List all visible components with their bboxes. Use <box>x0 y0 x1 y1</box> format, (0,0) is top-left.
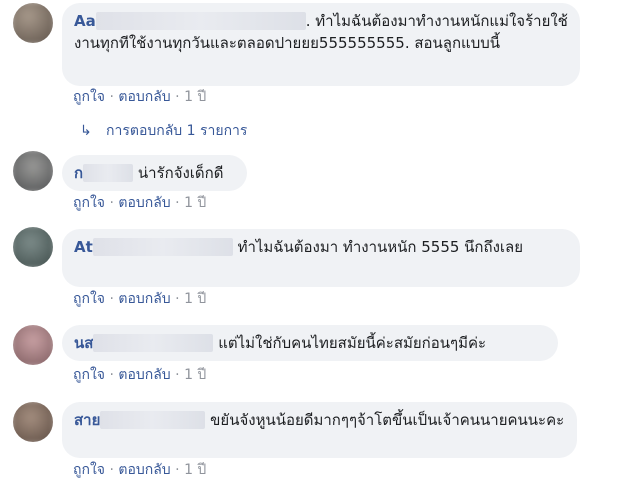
reply-arrow-icon: ↳ <box>80 123 92 139</box>
reply-link[interactable]: ตอบกลับ <box>118 291 170 307</box>
reply-link[interactable]: ตอบกลับ <box>118 195 170 211</box>
comment-bubble: สาย ขยันจังหูนน้อยดีมากๆๆจ้าโตขึ้นเป็นเจ… <box>62 402 577 458</box>
comment-actions: ถูกใจ · ตอบกลับ · 1 ปี <box>73 461 206 479</box>
reply-link[interactable]: ตอบกลับ <box>118 462 170 478</box>
redacted-name <box>95 12 306 30</box>
avatar[interactable] <box>13 325 53 365</box>
comment-text: น่ารักจังเด็กดี <box>137 164 224 182</box>
like-link[interactable]: ถูกใจ <box>73 291 105 307</box>
comment-text: ขยันจังหูนน้อยดีมากๆๆจ้าโตขึ้นเป็นเจ้าคน… <box>210 411 565 429</box>
like-link[interactable]: ถูกใจ <box>73 195 105 211</box>
avatar[interactable] <box>13 151 53 191</box>
comment-author[interactable]: สาย <box>74 411 100 429</box>
comment-bubble: นส แต่ไม่ใช่กับคนไทยสมัยนี้ค่ะสมัยก่อนๆม… <box>62 325 558 361</box>
timestamp[interactable]: 1 ปี <box>184 291 206 307</box>
comment-author[interactable]: นส <box>74 334 93 352</box>
comment-actions: ถูกใจ · ตอบกลับ · 1 ปี <box>73 366 206 384</box>
timestamp[interactable]: 1 ปี <box>184 462 206 478</box>
view-replies-link[interactable]: ↳ การตอบกลับ 1 รายการ <box>80 121 247 141</box>
avatar[interactable] <box>13 402 53 442</box>
comment-text: ทำไมฉันต้องมา ทำงานหนัก 5555 นึกถึงเลย <box>237 238 524 256</box>
comment-actions: ถูกใจ · ตอบกลับ · 1 ปี <box>73 194 206 212</box>
separator: · <box>109 195 114 211</box>
comment-text: แต่ไม่ใช่กับคนไทยสมัยนี้ค่ะสมัยก่อนๆมีค่… <box>218 334 487 352</box>
separator: · <box>109 367 114 383</box>
redacted-name <box>93 334 214 352</box>
like-link[interactable]: ถูกใจ <box>73 89 105 105</box>
comment-bubble: At ทำไมฉันต้องมา ทำงานหนัก 5555 นึกถึงเล… <box>62 229 580 287</box>
reply-link[interactable]: ตอบกลับ <box>118 89 170 105</box>
separator: · <box>175 462 180 478</box>
reply-link[interactable]: ตอบกลับ <box>118 367 170 383</box>
separator: · <box>109 89 114 105</box>
separator: · <box>175 89 180 105</box>
avatar[interactable] <box>13 3 53 43</box>
separator: · <box>109 462 114 478</box>
separator: · <box>175 195 180 211</box>
timestamp[interactable]: 1 ปี <box>184 195 206 211</box>
avatar[interactable] <box>13 227 53 267</box>
like-link[interactable]: ถูกใจ <box>73 367 105 383</box>
comment-author[interactable]: Aa <box>74 12 96 30</box>
comment-bubble: ก น่ารักจังเด็กดี <box>62 155 247 191</box>
like-link[interactable]: ถูกใจ <box>73 462 105 478</box>
separator: · <box>175 367 180 383</box>
timestamp[interactable]: 1 ปี <box>184 89 206 105</box>
comment-actions: ถูกใจ · ตอบกลับ · 1 ปี <box>73 88 206 106</box>
separator: · <box>175 291 180 307</box>
view-replies-label[interactable]: การตอบกลับ 1 รายการ <box>106 123 247 139</box>
redacted-name <box>100 411 206 429</box>
comment-author[interactable]: ก <box>74 164 83 182</box>
timestamp[interactable]: 1 ปี <box>184 367 206 383</box>
comment-bubble: Aa. ทำไมฉันต้องมาทำงานหนักแม่ใจร้ายใช้งา… <box>62 3 580 86</box>
separator: · <box>109 291 114 307</box>
comment-actions: ถูกใจ · ตอบกลับ · 1 ปี <box>73 290 206 308</box>
comment-author[interactable]: At <box>74 238 93 256</box>
redacted-name <box>92 238 233 256</box>
redacted-name <box>83 164 134 182</box>
